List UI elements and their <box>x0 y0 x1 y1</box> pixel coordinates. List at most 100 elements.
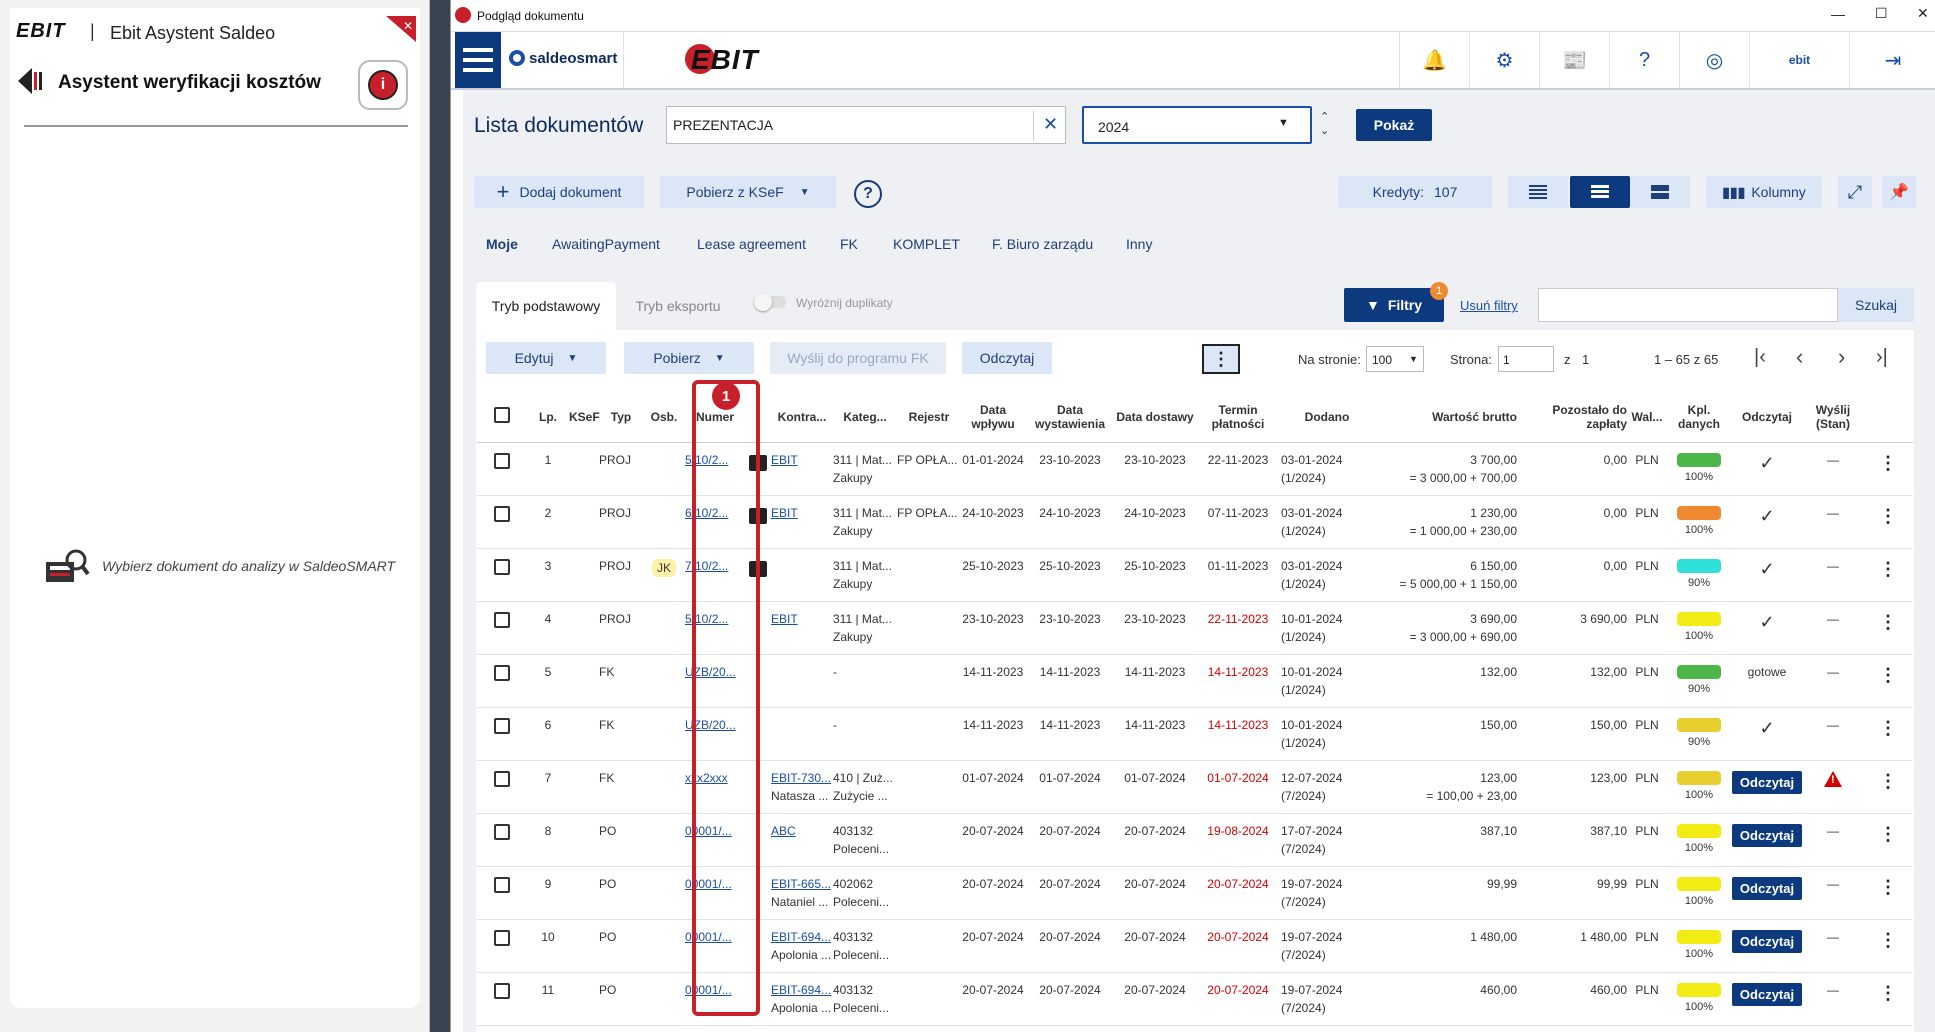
row-checkbox[interactable] <box>494 611 510 628</box>
cell-kontra[interactable]: EBIT <box>771 495 833 549</box>
help-question-icon[interactable]: ? <box>1609 32 1679 88</box>
row-menu-icon[interactable]: ⋮ <box>1879 771 1897 791</box>
row-menu-icon[interactable]: ⋮ <box>1879 506 1897 526</box>
density-medium-icon[interactable] <box>1570 176 1630 208</box>
clear-search-icon[interactable]: ✕ <box>1043 114 1058 135</box>
cell-actions[interactable]: ⋮ <box>1863 707 1913 761</box>
next-page-icon[interactable]: › <box>1838 344 1845 370</box>
add-document-button[interactable]: + Dodaj dokument <box>474 176 644 208</box>
send-to-fk-button[interactable]: Wyślij do programu FK <box>770 342 946 374</box>
category-fk[interactable]: FK <box>840 236 858 252</box>
cell-actions[interactable]: ⋮ <box>1863 442 1913 496</box>
search-button[interactable]: Szukaj <box>1838 288 1914 322</box>
category-biuro-zarzadu[interactable]: F. Biuro zarządu <box>992 236 1093 252</box>
contractor-link[interactable]: EBIT-694... <box>771 930 831 944</box>
cell-kontra[interactable]: ABC <box>771 813 833 867</box>
row-checkbox-cell[interactable] <box>477 495 527 549</box>
cell-kontra[interactable]: EBIT-665... Nataniel ... <box>771 866 833 920</box>
row-menu-icon[interactable]: ⋮ <box>1879 718 1897 738</box>
category-moje[interactable]: Moje <box>486 236 518 252</box>
cell-actions[interactable]: ⋮ <box>1863 548 1913 602</box>
cell-odczytaj[interactable]: Odczytaj <box>1731 919 1803 973</box>
contractor-link[interactable]: EBIT-694... <box>771 983 831 997</box>
cell-kontra[interactable]: EBIT <box>771 442 833 496</box>
row-checkbox[interactable] <box>494 452 510 469</box>
prev-page-icon[interactable]: ‹ <box>1796 344 1803 370</box>
cell-actions[interactable]: ⋮ <box>1863 760 1913 814</box>
row-checkbox[interactable] <box>494 505 510 522</box>
cell-kontra[interactable]: EBIT-730... Natasza ... <box>771 760 833 814</box>
show-button[interactable]: Pokaż <box>1356 109 1432 141</box>
back-arrow-icon[interactable] <box>18 68 42 94</box>
read-row-button[interactable]: Odczytaj <box>1731 929 1803 953</box>
expand-icon[interactable]: ⤢ <box>1838 176 1872 208</box>
more-options-icon[interactable]: ⋮ <box>1202 344 1240 374</box>
cell-odczytaj[interactable]: ✓ <box>1731 707 1803 761</box>
row-checkbox-cell[interactable] <box>477 654 527 708</box>
notifications-bell-icon[interactable]: 🔔 <box>1399 32 1469 88</box>
last-page-icon[interactable]: ›| <box>1876 346 1888 369</box>
filters-button[interactable]: ▼ Filtry <box>1344 288 1444 322</box>
density-compact-icon[interactable] <box>1508 176 1568 208</box>
cell-odczytaj[interactable]: ✓ <box>1731 601 1803 655</box>
duplicates-toggle[interactable] <box>754 293 786 311</box>
row-checkbox[interactable] <box>494 929 510 946</box>
cell-odczytaj[interactable]: Odczytaj <box>1731 866 1803 920</box>
hamburger-menu-icon[interactable] <box>455 32 501 88</box>
row-checkbox-cell[interactable] <box>477 548 527 602</box>
row-checkbox[interactable] <box>494 982 510 999</box>
row-checkbox[interactable] <box>494 717 510 734</box>
row-checkbox-cell[interactable] <box>477 707 527 761</box>
category-lease-agreement[interactable]: Lease agreement <box>697 236 806 252</box>
row-menu-icon[interactable]: ⋮ <box>1879 824 1897 844</box>
cell-kontra[interactable] <box>771 654 833 708</box>
contractor-link[interactable]: EBIT <box>771 506 798 520</box>
cell-actions[interactable]: ⋮ <box>1863 495 1913 549</box>
row-checkbox-cell[interactable] <box>477 866 527 920</box>
category-komplet[interactable]: KOMPLET <box>893 236 960 252</box>
edit-button[interactable]: Edytuj ▼ <box>486 342 606 374</box>
cell-odczytaj[interactable]: ✓ <box>1731 548 1803 602</box>
cell-actions[interactable]: ⋮ <box>1863 601 1913 655</box>
contractor-link[interactable]: EBIT <box>771 612 798 626</box>
row-checkbox-cell[interactable] <box>477 760 527 814</box>
minimize-button[interactable]: — <box>1831 6 1845 22</box>
row-checkbox-cell[interactable] <box>477 601 527 655</box>
contractor-link[interactable]: ABC <box>771 824 796 838</box>
read-row-button[interactable]: Odczytaj <box>1731 770 1803 794</box>
cell-odczytaj[interactable]: Odczytaj <box>1731 972 1803 1026</box>
row-menu-icon[interactable]: ⋮ <box>1879 612 1897 632</box>
first-page-icon[interactable]: |‹ <box>1754 346 1766 369</box>
cell-odczytaj[interactable]: ✓ <box>1731 442 1803 496</box>
user-menu[interactable]: ebit <box>1749 32 1849 88</box>
settings-gears-icon[interactable]: ⚙ <box>1469 32 1539 88</box>
row-menu-icon[interactable]: ⋮ <box>1879 930 1897 950</box>
cell-odczytaj[interactable]: ✓ <box>1731 495 1803 549</box>
row-menu-icon[interactable]: ⋮ <box>1879 559 1897 579</box>
cell-actions[interactable]: ⋮ <box>1863 654 1913 708</box>
cell-odczytaj[interactable]: gotowe <box>1731 654 1803 708</box>
row-checkbox[interactable] <box>494 876 510 893</box>
filter-search-input[interactable] <box>1538 288 1838 322</box>
read-row-button[interactable]: Odczytaj <box>1731 982 1803 1006</box>
row-menu-icon[interactable]: ⋮ <box>1879 453 1897 473</box>
row-checkbox-cell[interactable] <box>477 813 527 867</box>
fetch-ksef-button[interactable]: Pobierz z KSeF ▼ <box>660 176 836 208</box>
row-checkbox-cell[interactable] <box>477 972 527 1026</box>
logout-icon[interactable]: ⇥ <box>1849 32 1935 88</box>
cell-odczytaj[interactable]: Odczytaj <box>1731 760 1803 814</box>
help-icon[interactable]: ? <box>854 180 882 208</box>
cell-actions[interactable]: ⋮ <box>1863 919 1913 973</box>
cell-kontra[interactable] <box>771 707 833 761</box>
contractor-link[interactable]: EBIT-665... <box>771 877 831 891</box>
per-page-select[interactable]: 100 ▼ <box>1366 346 1424 372</box>
page-input[interactable]: 1 <box>1498 346 1554 372</box>
row-menu-icon[interactable]: ⋮ <box>1879 665 1897 685</box>
download-button[interactable]: Pobierz ▼ <box>624 342 754 374</box>
maximize-button[interactable]: ☐ <box>1875 5 1888 22</box>
row-checkbox[interactable] <box>494 558 510 575</box>
year-stepper-icon[interactable]: ⌃ ⌄ <box>1320 110 1329 138</box>
columns-button[interactable]: ▮▮▮ Kolumny <box>1706 176 1822 208</box>
row-checkbox[interactable] <box>494 823 510 840</box>
cell-actions[interactable]: ⋮ <box>1863 972 1913 1026</box>
